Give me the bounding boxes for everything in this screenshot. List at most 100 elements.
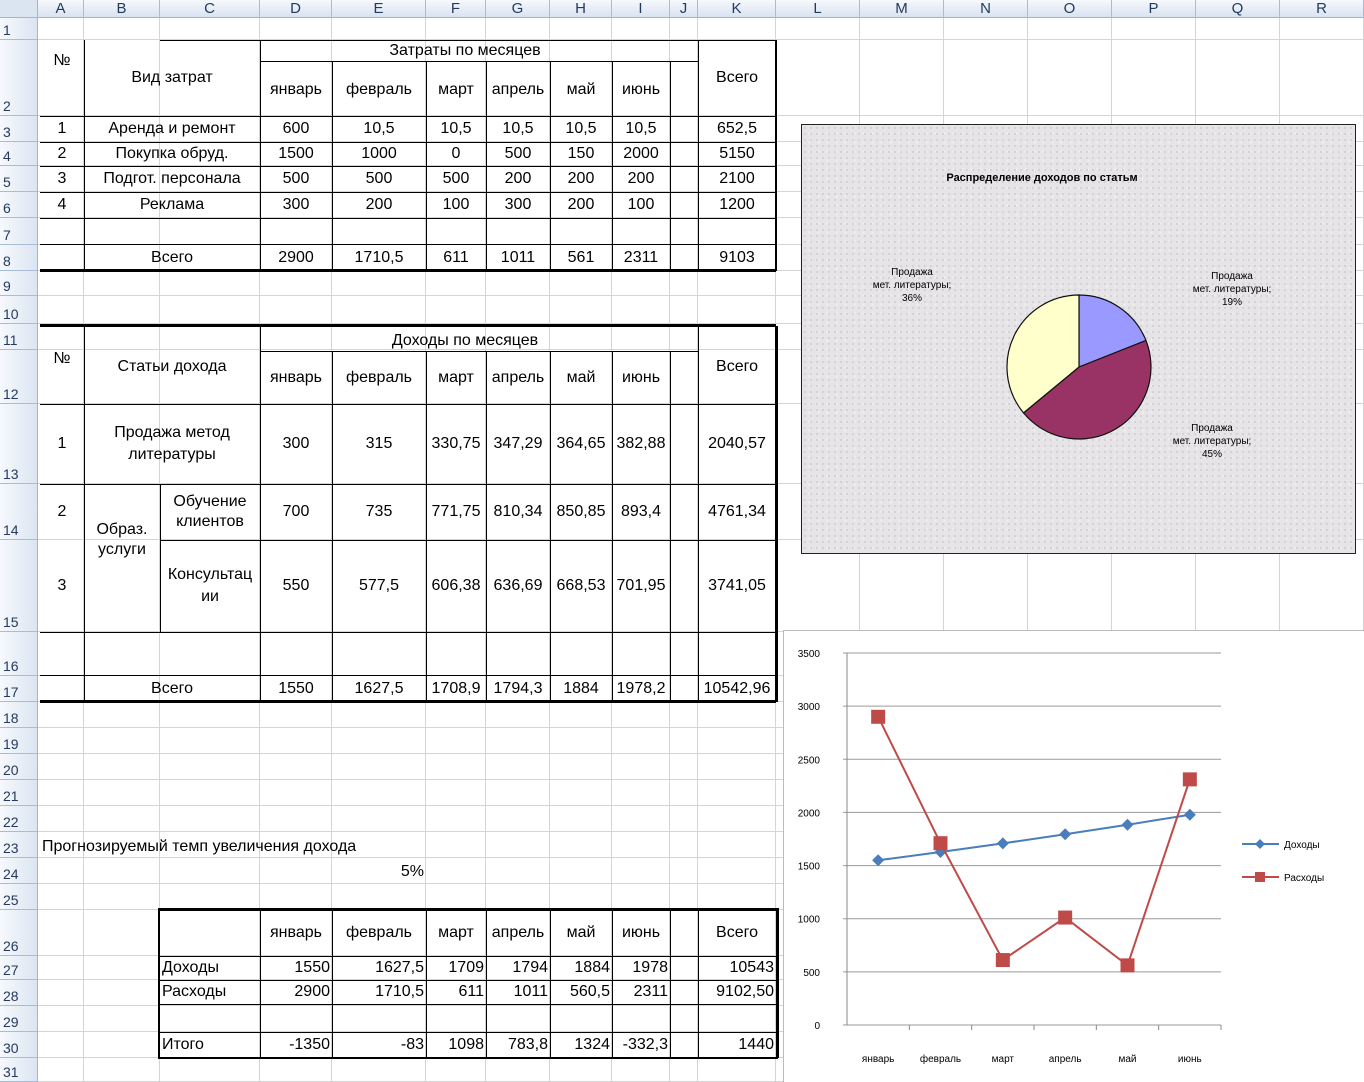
- select-all-corner[interactable]: [0, 0, 38, 18]
- income-cell-total[interactable]: 2040,57: [698, 404, 776, 484]
- data-point-Расходы[interactable]: [1058, 910, 1073, 925]
- expenses-cell[interactable]: 10,5: [612, 116, 670, 142]
- column-header-A[interactable]: A: [38, 0, 84, 18]
- expenses-cell-total[interactable]: 2100: [698, 166, 776, 192]
- summary-income-cell[interactable]: 1627,5: [332, 956, 426, 980]
- row-header-25[interactable]: 25: [0, 884, 38, 910]
- expenses-cell[interactable]: 200: [550, 166, 612, 192]
- column-header-R[interactable]: R: [1280, 0, 1364, 18]
- income-cell[interactable]: 315: [332, 404, 426, 484]
- row-header-17[interactable]: 17: [0, 676, 38, 702]
- row-header-31[interactable]: 31: [0, 1058, 38, 1082]
- summary-income-cell[interactable]: 1550: [260, 956, 332, 980]
- expenses-sum-cell[interactable]: 561: [550, 245, 612, 271]
- column-header-Q[interactable]: Q: [1196, 0, 1280, 18]
- summary-result-cell-total[interactable]: 1440: [698, 1032, 776, 1058]
- column-header-H[interactable]: H: [550, 0, 612, 18]
- expenses-sum-cell[interactable]: 611: [426, 245, 486, 271]
- data-point-Расходы[interactable]: [1182, 772, 1197, 787]
- row-header-10[interactable]: 10: [0, 296, 38, 324]
- income-cell[interactable]: 771,75: [426, 484, 486, 540]
- pie-chart[interactable]: Распределение доходов по статьм Продажа м…: [801, 124, 1356, 554]
- summary-result-cell[interactable]: 1098: [426, 1032, 486, 1058]
- expenses-cell[interactable]: 200: [332, 192, 426, 218]
- income-cell[interactable]: 550: [260, 540, 332, 632]
- summary-expense-cell[interactable]: 611: [426, 980, 486, 1004]
- income-cell[interactable]: 330,75: [426, 404, 486, 484]
- data-point-Доходы[interactable]: [1121, 818, 1134, 831]
- income-sum-cell[interactable]: 1794,3: [486, 676, 550, 702]
- row-header-28[interactable]: 28: [0, 980, 38, 1006]
- data-point-Расходы[interactable]: [995, 953, 1010, 968]
- expenses-cell[interactable]: 10,5: [486, 116, 550, 142]
- income-sum-cell[interactable]: 1978,2: [612, 676, 670, 702]
- income-sum-cell[interactable]: 1550: [260, 676, 332, 702]
- column-header-O[interactable]: O: [1028, 0, 1112, 18]
- summary-income-cell[interactable]: 1978: [612, 956, 670, 980]
- expenses-sum-cell[interactable]: 1710,5: [332, 245, 426, 271]
- column-header-L[interactable]: L: [776, 0, 860, 18]
- income-cell[interactable]: 893,4: [612, 484, 670, 540]
- summary-expense-cell[interactable]: 2311: [612, 980, 670, 1004]
- expenses-cell[interactable]: 200: [550, 192, 612, 218]
- data-point-Доходы[interactable]: [872, 854, 885, 867]
- expenses-cell-total[interactable]: 652,5: [698, 116, 776, 142]
- row-header-3[interactable]: 3: [0, 116, 38, 142]
- summary-income-cell[interactable]: 1884: [550, 956, 612, 980]
- summary-result-cell[interactable]: 1324: [550, 1032, 612, 1058]
- expenses-cell[interactable]: 500: [486, 142, 550, 166]
- row-header-30[interactable]: 30: [0, 1032, 38, 1058]
- data-point-Расходы[interactable]: [871, 709, 886, 724]
- expenses-cell[interactable]: 100: [426, 192, 486, 218]
- income-cell[interactable]: 700: [260, 484, 332, 540]
- column-header-B[interactable]: B: [84, 0, 160, 18]
- expenses-cell[interactable]: 10,5: [550, 116, 612, 142]
- row-header-23[interactable]: 23: [0, 832, 38, 858]
- column-header-D[interactable]: D: [260, 0, 332, 18]
- row-header-11[interactable]: 11: [0, 324, 38, 350]
- summary-result-cell[interactable]: -1350: [260, 1032, 332, 1058]
- row-header-8[interactable]: 8: [0, 245, 38, 271]
- expenses-cell[interactable]: 10,5: [332, 116, 426, 142]
- expenses-sum-cell-total[interactable]: 9103: [698, 245, 776, 271]
- expenses-cell[interactable]: 100: [612, 192, 670, 218]
- summary-expense-cell[interactable]: 1710,5: [332, 980, 426, 1004]
- row-header-12[interactable]: 12: [0, 350, 38, 404]
- expenses-cell-total[interactable]: 5150: [698, 142, 776, 166]
- expenses-sum-cell[interactable]: 2900: [260, 245, 332, 271]
- row-header-18[interactable]: 18: [0, 702, 38, 728]
- row-header-20[interactable]: 20: [0, 754, 38, 780]
- summary-income-cell[interactable]: 1794: [486, 956, 550, 980]
- data-point-Доходы[interactable]: [1059, 828, 1072, 841]
- summary-income-cell[interactable]: 1709: [426, 956, 486, 980]
- data-point-Доходы[interactable]: [1183, 808, 1196, 821]
- expenses-cell[interactable]: 1500: [260, 142, 332, 166]
- forecast-value[interactable]: 5%: [332, 859, 426, 885]
- expenses-cell[interactable]: 300: [486, 192, 550, 218]
- column-header-G[interactable]: G: [486, 0, 550, 18]
- data-point-Доходы[interactable]: [996, 837, 1009, 850]
- expenses-cell[interactable]: 0: [426, 142, 486, 166]
- column-header-N[interactable]: N: [944, 0, 1028, 18]
- row-header-29[interactable]: 29: [0, 1006, 38, 1032]
- row-header-19[interactable]: 19: [0, 728, 38, 754]
- expenses-cell[interactable]: 200: [612, 166, 670, 192]
- column-header-F[interactable]: F: [426, 0, 486, 18]
- row-header-4[interactable]: 4: [0, 142, 38, 166]
- row-header-5[interactable]: 5: [0, 166, 38, 192]
- row-header-1[interactable]: 1: [0, 18, 38, 40]
- income-sum-cell-total[interactable]: 10542,96: [698, 676, 776, 702]
- summary-result-cell[interactable]: -332,3: [612, 1032, 670, 1058]
- row-header-21[interactable]: 21: [0, 780, 38, 806]
- income-sum-cell[interactable]: 1627,5: [332, 676, 426, 702]
- income-cell[interactable]: 668,53: [550, 540, 612, 632]
- income-cell[interactable]: 810,34: [486, 484, 550, 540]
- income-cell[interactable]: 577,5: [332, 540, 426, 632]
- income-cell[interactable]: 382,88: [612, 404, 670, 484]
- summary-expense-cell[interactable]: 2900: [260, 980, 332, 1004]
- row-header-26[interactable]: 26: [0, 910, 38, 956]
- expenses-cell[interactable]: 10,5: [426, 116, 486, 142]
- income-cell-total[interactable]: 3741,05: [698, 540, 776, 632]
- income-cell[interactable]: 347,29: [486, 404, 550, 484]
- data-point-Расходы[interactable]: [1120, 958, 1135, 973]
